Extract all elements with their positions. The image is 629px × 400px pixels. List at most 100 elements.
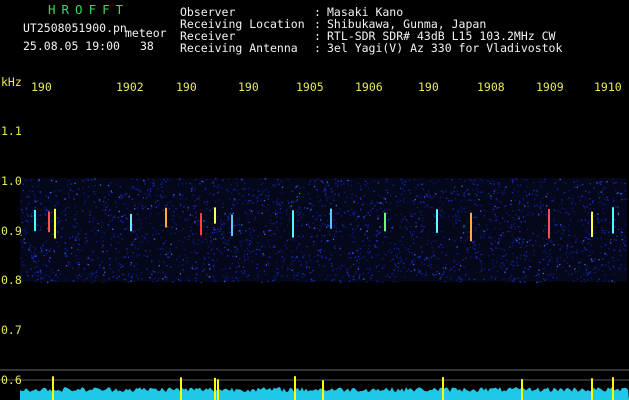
noise-pixel — [175, 223, 177, 225]
noise-pixel — [440, 230, 443, 233]
noise-pixel — [214, 231, 216, 234]
noise-pixel — [177, 265, 179, 267]
noise-pixel — [238, 223, 240, 226]
noise-pixel — [509, 277, 511, 279]
noise-pixel — [538, 181, 541, 183]
noise-pixel — [512, 260, 515, 263]
noise-pixel — [459, 178, 462, 180]
noise-pixel — [539, 205, 542, 208]
noise-pixel — [44, 223, 46, 225]
noise-pixel — [602, 270, 604, 272]
noise-pixel — [463, 195, 465, 197]
noise-pixel — [239, 258, 241, 260]
level-spike — [322, 380, 324, 400]
noise-pixel — [75, 213, 77, 216]
noise-pixel — [325, 192, 327, 194]
noise-pixel — [140, 191, 142, 193]
noise-pixel — [425, 274, 427, 276]
noise-pixel — [522, 241, 524, 243]
noise-pixel — [418, 269, 421, 272]
noise-pixel — [40, 247, 42, 249]
noise-pixel — [536, 190, 538, 192]
noise-pixel — [501, 248, 503, 250]
noise-pixel — [118, 275, 120, 277]
noise-pixel — [131, 244, 134, 246]
noise-pixel — [229, 227, 231, 229]
noise-pixel — [369, 203, 371, 205]
noise-pixel — [604, 264, 606, 266]
noise-pixel — [337, 180, 339, 182]
noise-pixel — [170, 201, 172, 203]
noise-pixel — [320, 219, 322, 221]
noise-pixel — [236, 189, 238, 192]
noise-pixel — [600, 237, 602, 239]
noise-pixel — [583, 273, 585, 276]
noise-pixel — [87, 197, 89, 199]
noise-pixel — [476, 204, 478, 207]
noise-pixel — [309, 271, 312, 274]
noise-pixel — [584, 264, 586, 266]
noise-pixel — [454, 270, 456, 272]
noise-pixel — [594, 232, 596, 234]
noise-pixel — [107, 204, 109, 206]
noise-pixel — [196, 273, 198, 275]
noise-pixel — [340, 281, 342, 283]
noise-pixel — [358, 275, 361, 277]
noise-pixel — [235, 255, 237, 258]
noise-pixel — [92, 220, 94, 223]
noise-pixel — [526, 195, 528, 197]
noise-pixel — [247, 258, 249, 260]
meteor-echo — [330, 208, 332, 229]
noise-pixel — [221, 224, 223, 226]
noise-pixel — [106, 250, 108, 252]
noise-pixel — [302, 196, 304, 198]
noise-pixel — [183, 206, 185, 208]
noise-pixel — [227, 249, 229, 251]
noise-pixel — [93, 227, 95, 230]
noise-pixel — [609, 222, 611, 224]
noise-pixel — [492, 267, 494, 270]
noise-pixel — [40, 272, 42, 274]
date-time: 25.08.05 19:00 — [23, 39, 120, 53]
noise-pixel — [476, 184, 479, 186]
noise-pixel — [45, 195, 47, 197]
noise-pixel — [355, 228, 357, 230]
noise-pixel — [236, 184, 238, 187]
noise-pixel — [202, 263, 205, 265]
noise-pixel — [273, 246, 275, 248]
noise-pixel — [93, 274, 95, 276]
noise-pixel — [124, 278, 126, 281]
noise-pixel — [238, 265, 240, 267]
noise-pixel — [403, 262, 405, 265]
noise-pixel — [237, 262, 240, 264]
noise-pixel — [192, 233, 194, 235]
noise-pixel — [217, 192, 219, 194]
noise-pixel — [367, 226, 369, 228]
noise-pixel — [72, 280, 75, 282]
noise-pixel — [279, 202, 281, 204]
noise-pixel — [30, 268, 32, 270]
noise-pixel — [550, 273, 552, 275]
noise-pixel — [440, 276, 442, 278]
noise-pixel — [274, 183, 276, 186]
noise-pixel — [270, 222, 272, 225]
noise-pixel — [78, 188, 80, 190]
noise-pixel — [40, 209, 43, 211]
noise-pixel — [358, 277, 360, 279]
noise-pixel — [499, 265, 501, 267]
noise-pixel — [200, 235, 202, 237]
noise-pixel — [542, 197, 544, 199]
noise-pixel — [450, 193, 452, 195]
noise-pixel — [64, 208, 67, 210]
noise-pixel — [131, 276, 133, 278]
noise-pixel — [297, 209, 299, 211]
noise-pixel — [359, 253, 361, 255]
noise-pixel — [71, 247, 73, 249]
noise-pixel — [40, 226, 42, 228]
meteor-echo — [591, 211, 593, 238]
noise-pixel — [25, 209, 28, 211]
noise-pixel — [371, 256, 373, 259]
noise-pixel — [390, 195, 392, 197]
noise-pixel — [115, 183, 117, 185]
noise-pixel — [260, 183, 262, 186]
